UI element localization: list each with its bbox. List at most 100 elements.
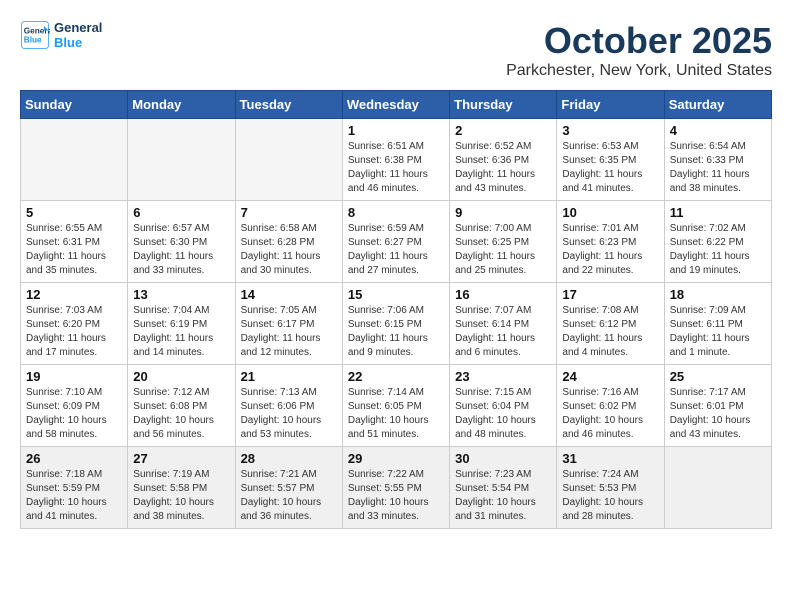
weekday-header-monday: Monday bbox=[128, 91, 235, 119]
calendar-cell: 29 Sunrise: 7:22 AM Sunset: 5:55 PM Dayli… bbox=[342, 447, 449, 529]
day-info: Sunrise: 7:17 AM Sunset: 6:01 PM Dayligh… bbox=[670, 386, 766, 442]
logo-line1: General bbox=[54, 20, 102, 35]
calendar-cell: 21Sunrise: 7:13 AM Sunset: 6:06 PM Dayli… bbox=[235, 365, 342, 447]
day-number: 15 bbox=[348, 287, 444, 302]
day-info: Sunrise: 7:08 AM Sunset: 6:12 PM Dayligh… bbox=[562, 304, 658, 360]
logo: General Blue General Blue bbox=[20, 20, 102, 50]
logo-line2: Blue bbox=[54, 35, 102, 50]
day-number: 7 bbox=[241, 205, 337, 220]
calendar-cell bbox=[664, 447, 771, 529]
calendar-cell: 15 Sunrise: 7:06 AM Sunset: 6:15 PM Dayli… bbox=[342, 283, 449, 365]
day-number: 16 bbox=[455, 287, 551, 302]
day-number: 8 bbox=[348, 205, 444, 220]
weekday-header-saturday: Saturday bbox=[664, 91, 771, 119]
calendar-week-5: 26Sunrise: 7:18 AM Sunset: 5:59 PM Dayli… bbox=[21, 447, 772, 529]
weekday-header-tuesday: Tuesday bbox=[235, 91, 342, 119]
weekday-header-friday: Friday bbox=[557, 91, 664, 119]
day-number: 31 bbox=[562, 451, 658, 466]
day-info: Sunrise: 7:01 AM Sunset: 6:23 PM Dayligh… bbox=[562, 222, 658, 278]
calendar-cell: 20 Sunrise: 7:12 AM Sunset: 6:08 PM Dayli… bbox=[128, 365, 235, 447]
calendar-week-1: 1 Sunrise: 6:51 AM Sunset: 6:38 PM Daylig… bbox=[21, 119, 772, 201]
day-info: Sunrise: 7:21 AM Sunset: 5:57 PM Dayligh… bbox=[241, 468, 337, 524]
day-number: 28 bbox=[241, 451, 337, 466]
day-info: Sunrise: 7:16 AM Sunset: 6:02 PM Dayligh… bbox=[562, 386, 658, 442]
calendar-cell: 27 Sunrise: 7:19 AM Sunset: 5:58 PM Dayli… bbox=[128, 447, 235, 529]
calendar-week-4: 19Sunrise: 7:10 AM Sunset: 6:09 PM Dayli… bbox=[21, 365, 772, 447]
day-info: Sunrise: 7:12 AM Sunset: 6:08 PM Dayligh… bbox=[133, 386, 229, 442]
day-number: 27 bbox=[133, 451, 229, 466]
day-info: Sunrise: 7:03 AM Sunset: 6:20 PM Dayligh… bbox=[26, 304, 122, 360]
calendar-cell: 12 Sunrise: 7:03 AM Sunset: 6:20 PM Dayli… bbox=[21, 283, 128, 365]
day-info: Sunrise: 6:55 AM Sunset: 6:31 PM Dayligh… bbox=[26, 222, 122, 278]
calendar-cell bbox=[128, 119, 235, 201]
day-number: 5 bbox=[26, 205, 122, 220]
day-number: 14 bbox=[241, 287, 337, 302]
day-number: 3 bbox=[562, 123, 658, 138]
title-section: October 2025 Parkchester, New York, Unit… bbox=[506, 20, 772, 80]
weekday-header-row: SundayMondayTuesdayWednesdayThursdayFrid… bbox=[21, 91, 772, 119]
day-number: 26 bbox=[26, 451, 122, 466]
day-number: 12 bbox=[26, 287, 122, 302]
day-info: Sunrise: 7:13 AM Sunset: 6:06 PM Dayligh… bbox=[241, 386, 337, 442]
calendar-week-3: 12 Sunrise: 7:03 AM Sunset: 6:20 PM Dayli… bbox=[21, 283, 772, 365]
calendar-cell: 31 Sunrise: 7:24 AM Sunset: 5:53 PM Dayli… bbox=[557, 447, 664, 529]
calendar-cell: 25 Sunrise: 7:17 AM Sunset: 6:01 PM Dayli… bbox=[664, 365, 771, 447]
day-number: 19 bbox=[26, 369, 122, 384]
svg-text:General: General bbox=[24, 27, 50, 36]
calendar-cell: 10 Sunrise: 7:01 AM Sunset: 6:23 PM Dayli… bbox=[557, 201, 664, 283]
calendar-cell: 11 Sunrise: 7:02 AM Sunset: 6:22 PM Dayli… bbox=[664, 201, 771, 283]
day-number: 30 bbox=[455, 451, 551, 466]
day-number: 9 bbox=[455, 205, 551, 220]
calendar-cell: 28 Sunrise: 7:21 AM Sunset: 5:57 PM Dayli… bbox=[235, 447, 342, 529]
month-title: October 2025 bbox=[506, 20, 772, 62]
calendar-cell: 19Sunrise: 7:10 AM Sunset: 6:09 PM Dayli… bbox=[21, 365, 128, 447]
day-number: 29 bbox=[348, 451, 444, 466]
calendar-week-2: 5 Sunrise: 6:55 AM Sunset: 6:31 PM Daylig… bbox=[21, 201, 772, 283]
day-info: Sunrise: 7:04 AM Sunset: 6:19 PM Dayligh… bbox=[133, 304, 229, 360]
calendar-cell: 6Sunrise: 6:57 AM Sunset: 6:30 PM Daylig… bbox=[128, 201, 235, 283]
calendar-cell: 18 Sunrise: 7:09 AM Sunset: 6:11 PM Dayli… bbox=[664, 283, 771, 365]
day-info: Sunrise: 7:14 AM Sunset: 6:05 PM Dayligh… bbox=[348, 386, 444, 442]
day-number: 17 bbox=[562, 287, 658, 302]
day-info: Sunrise: 6:53 AM Sunset: 6:35 PM Dayligh… bbox=[562, 140, 658, 196]
calendar-cell: 7Sunrise: 6:58 AM Sunset: 6:28 PM Daylig… bbox=[235, 201, 342, 283]
day-number: 18 bbox=[670, 287, 766, 302]
weekday-header-wednesday: Wednesday bbox=[342, 91, 449, 119]
day-number: 13 bbox=[133, 287, 229, 302]
calendar-cell: 30 Sunrise: 7:23 AM Sunset: 5:54 PM Dayli… bbox=[450, 447, 557, 529]
logo-icon: General Blue bbox=[20, 20, 50, 50]
day-number: 1 bbox=[348, 123, 444, 138]
day-info: Sunrise: 6:54 AM Sunset: 6:33 PM Dayligh… bbox=[670, 140, 766, 196]
day-number: 10 bbox=[562, 205, 658, 220]
location: Parkchester, New York, United States bbox=[506, 62, 772, 80]
calendar-cell: 16 Sunrise: 7:07 AM Sunset: 6:14 PM Dayli… bbox=[450, 283, 557, 365]
calendar: SundayMondayTuesdayWednesdayThursdayFrid… bbox=[20, 90, 772, 529]
day-number: 20 bbox=[133, 369, 229, 384]
day-info: Sunrise: 7:00 AM Sunset: 6:25 PM Dayligh… bbox=[455, 222, 551, 278]
day-info: Sunrise: 6:51 AM Sunset: 6:38 PM Dayligh… bbox=[348, 140, 444, 196]
day-number: 25 bbox=[670, 369, 766, 384]
weekday-header-sunday: Sunday bbox=[21, 91, 128, 119]
day-info: Sunrise: 7:09 AM Sunset: 6:11 PM Dayligh… bbox=[670, 304, 766, 360]
weekday-header-thursday: Thursday bbox=[450, 91, 557, 119]
day-info: Sunrise: 7:07 AM Sunset: 6:14 PM Dayligh… bbox=[455, 304, 551, 360]
day-info: Sunrise: 7:24 AM Sunset: 5:53 PM Dayligh… bbox=[562, 468, 658, 524]
day-info: Sunrise: 7:19 AM Sunset: 5:58 PM Dayligh… bbox=[133, 468, 229, 524]
calendar-cell: 14 Sunrise: 7:05 AM Sunset: 6:17 PM Dayli… bbox=[235, 283, 342, 365]
day-number: 23 bbox=[455, 369, 551, 384]
day-info: Sunrise: 6:57 AM Sunset: 6:30 PM Dayligh… bbox=[133, 222, 229, 278]
calendar-cell: 9 Sunrise: 7:00 AM Sunset: 6:25 PM Daylig… bbox=[450, 201, 557, 283]
calendar-cell: 3 Sunrise: 6:53 AM Sunset: 6:35 PM Daylig… bbox=[557, 119, 664, 201]
calendar-cell: 4Sunrise: 6:54 AM Sunset: 6:33 PM Daylig… bbox=[664, 119, 771, 201]
day-info: Sunrise: 7:05 AM Sunset: 6:17 PM Dayligh… bbox=[241, 304, 337, 360]
calendar-cell: 26Sunrise: 7:18 AM Sunset: 5:59 PM Dayli… bbox=[21, 447, 128, 529]
day-number: 11 bbox=[670, 205, 766, 220]
calendar-cell: 5 Sunrise: 6:55 AM Sunset: 6:31 PM Daylig… bbox=[21, 201, 128, 283]
calendar-cell bbox=[235, 119, 342, 201]
day-info: Sunrise: 7:22 AM Sunset: 5:55 PM Dayligh… bbox=[348, 468, 444, 524]
day-info: Sunrise: 7:23 AM Sunset: 5:54 PM Dayligh… bbox=[455, 468, 551, 524]
day-info: Sunrise: 6:52 AM Sunset: 6:36 PM Dayligh… bbox=[455, 140, 551, 196]
day-info: Sunrise: 7:02 AM Sunset: 6:22 PM Dayligh… bbox=[670, 222, 766, 278]
calendar-cell: 17 Sunrise: 7:08 AM Sunset: 6:12 PM Dayli… bbox=[557, 283, 664, 365]
day-info: Sunrise: 7:06 AM Sunset: 6:15 PM Dayligh… bbox=[348, 304, 444, 360]
